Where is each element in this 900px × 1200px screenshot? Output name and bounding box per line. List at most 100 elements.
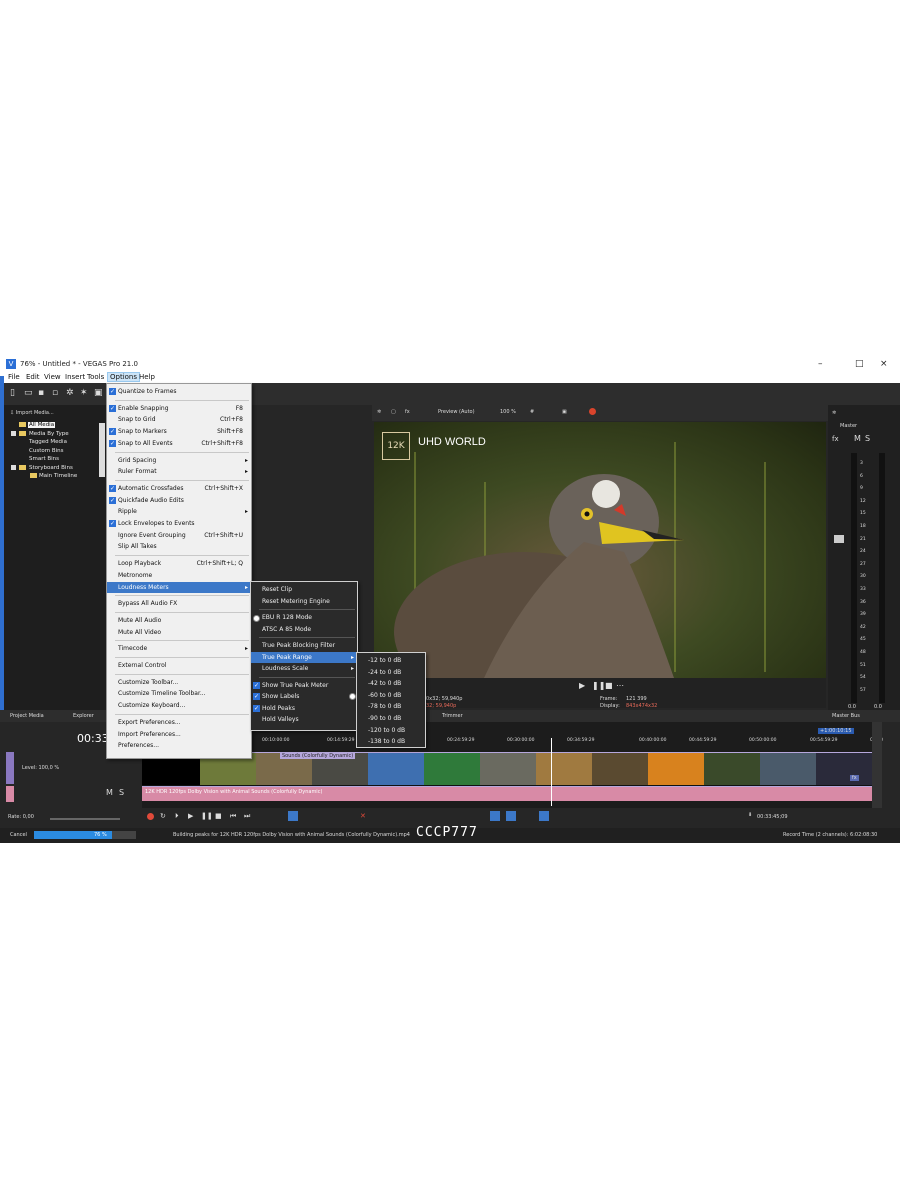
menu-item-range-120-to-0-db[interactable]: -120 to 0 dB: [357, 725, 425, 736]
menu-item-mute-all-video[interactable]: Mute All Video: [107, 627, 251, 638]
menu-item-ripple[interactable]: Ripple ▸: [107, 506, 251, 517]
menu-item-snap-to-grid[interactable]: Snap to Grid Ctrl+F8: [107, 414, 251, 425]
more-icon[interactable]: ⋯: [616, 681, 624, 690]
menu-item-range-24-to-0-db[interactable]: -24 to 0 dB: [357, 667, 425, 678]
menu-item-ignore-event-grouping[interactable]: Ignore Event Grouping Ctrl+Shift+U: [107, 530, 251, 541]
audio-event[interactable]: 12K HDR 120fps Dolby Vision with Animal …: [142, 787, 872, 801]
pause-button[interactable]: ❚❚: [592, 681, 605, 690]
cancel-button[interactable]: Cancel: [10, 832, 27, 838]
menu-item-loudness-meters[interactable]: Loudness Meters ▸: [107, 581, 251, 593]
menu-item-ebu-r-128-mode[interactable]: EBU R 128 Mode: [251, 612, 357, 623]
panel-scrollbar[interactable]: [99, 423, 105, 477]
menu-item-ruler-format[interactable]: Ruler Format ▸: [107, 466, 251, 477]
menu-item-automatic-crossfades[interactable]: ✓ Automatic Crossfades Ctrl+Shift+X: [107, 483, 251, 494]
stop-button[interactable]: ■: [605, 681, 613, 690]
menu-item-customize-keyboard[interactable]: Customize Keyboard...: [107, 700, 251, 711]
loop-button[interactable]: ↻: [160, 812, 166, 820]
menu-item-mute-all-audio[interactable]: Mute All Audio: [107, 615, 251, 626]
menu-help[interactable]: Help: [139, 373, 155, 381]
menu-item-bypass-all-audio-fx[interactable]: Bypass All Audio FX: [107, 598, 251, 609]
go-to-end-button[interactable]: ⏭: [244, 812, 250, 821]
rate-slider[interactable]: [50, 818, 120, 820]
snap-toggle-icon[interactable]: [490, 811, 500, 821]
transport-play-button[interactable]: ▶: [188, 812, 193, 820]
lock-envelopes-icon[interactable]: [539, 811, 549, 821]
menu-item-quickfade-audio-edits[interactable]: ✓ Quickfade Audio Edits: [107, 495, 251, 506]
record-icon[interactable]: [589, 408, 596, 415]
tree-item-all-media[interactable]: All Media: [28, 422, 56, 428]
tree-item-storyboard-bins[interactable]: Storyboard Bins: [29, 465, 73, 471]
auto-ripple-icon[interactable]: [506, 811, 516, 821]
tree-item-tagged-media[interactable]: Tagged Media: [29, 439, 67, 445]
timeline-scrollbar[interactable]: [872, 722, 882, 819]
tree-item-smart-bins[interactable]: Smart Bins: [29, 456, 59, 462]
master-mute-button[interactable]: M: [854, 434, 861, 443]
record-button[interactable]: [147, 813, 154, 820]
menu-item-enable-snapping[interactable]: ✓ Enable Snapping F8: [107, 403, 251, 414]
menu-item-metronome[interactable]: Metronome: [107, 570, 251, 581]
menu-item-timecode[interactable]: Timecode ▸: [107, 643, 251, 654]
normal-edit-tool-icon[interactable]: [288, 811, 298, 821]
expand-icon[interactable]: [11, 431, 16, 436]
menu-item-range-138-to-0-db[interactable]: -138 to 0 dB: [357, 736, 425, 747]
menu-item-true-peak-blocking-filter[interactable]: True Peak Blocking Filter: [251, 640, 357, 651]
menu-item-lock-envelopes-to-events[interactable]: ✓ Lock Envelopes to Events: [107, 518, 251, 529]
menu-file[interactable]: File: [8, 373, 20, 381]
menu-item-customize-timeline-toolbar[interactable]: Customize Timeline Toolbar...: [107, 688, 251, 699]
play-button[interactable]: ▶: [579, 681, 585, 690]
menu-tools[interactable]: Tools: [87, 373, 104, 381]
menu-item-atsc-a-85-mode[interactable]: ATSC A 85 Mode: [251, 624, 357, 635]
menu-item-preferences[interactable]: Preferences...: [107, 740, 251, 751]
tree-item-media-by-type[interactable]: Media By Type: [29, 431, 69, 437]
save-icon[interactable]: ▪: [38, 389, 47, 398]
master-settings-icon[interactable]: ✲: [832, 410, 836, 416]
menu-item-true-peak-range[interactable]: True Peak Range ▸: [251, 651, 357, 663]
tab-project-media[interactable]: Project Media: [10, 713, 44, 719]
master-fader[interactable]: [834, 535, 844, 543]
tab-master-bus[interactable]: Master Bus: [832, 713, 860, 719]
close-button[interactable]: ×: [880, 359, 888, 369]
copy-icon[interactable]: ▣: [94, 389, 103, 398]
grid-icon[interactable]: #: [530, 409, 534, 415]
transport-stop-button[interactable]: ■: [215, 812, 222, 820]
playhead[interactable]: [551, 738, 552, 806]
menu-options[interactable]: Options: [107, 372, 141, 382]
menu-edit[interactable]: Edit: [26, 373, 40, 381]
event-fx-badge[interactable]: fx: [850, 775, 859, 781]
maximize-button[interactable]: □: [855, 359, 864, 369]
menu-item-range-60-to-0-db[interactable]: -60 to 0 dB: [349, 690, 425, 701]
delete-icon[interactable]: ✕: [360, 812, 366, 820]
menu-item-range-78-to-0-db[interactable]: -78 to 0 dB: [357, 701, 425, 712]
menu-item-snap-to-all-events[interactable]: ✓ Snap to All Events Ctrl+Shift+F8: [107, 438, 251, 449]
audio-mute-button[interactable]: M: [106, 788, 113, 797]
menu-item-reset-metering-engine[interactable]: Reset Metering Engine: [251, 596, 357, 607]
menu-item-range-12-to-0-db[interactable]: -12 to 0 dB: [357, 655, 425, 666]
master-fx-button[interactable]: fx: [832, 435, 839, 443]
menu-insert[interactable]: Insert: [65, 373, 85, 381]
preview-window-icon[interactable]: ▢: [391, 409, 396, 415]
go-to-start-button[interactable]: ⏮: [230, 812, 236, 821]
tree-item-custom-bins[interactable]: Custom Bins: [29, 448, 63, 454]
play-from-start-button[interactable]: ⏵: [175, 812, 179, 821]
menu-item-show-true-peak-meter[interactable]: ✓ Show True Peak Meter: [251, 680, 357, 691]
menu-item-quantize-to-frames[interactable]: ✓ Quantize to Frames: [107, 386, 251, 397]
render-icon[interactable]: ▫: [52, 389, 61, 398]
title-bar[interactable]: V 76% - Untitled * - VEGAS Pro 21.0 – □ …: [0, 356, 900, 372]
expand-icon[interactable]: [11, 465, 16, 470]
preview-settings-icon[interactable]: ✲: [377, 409, 381, 415]
menu-item-hold-peaks[interactable]: ✓ Hold Peaks: [251, 703, 357, 714]
preview-mode-dropdown[interactable]: Preview (Auto): [438, 409, 475, 415]
menu-item-export-preferences[interactable]: Export Preferences...: [107, 717, 251, 728]
audio-solo-button[interactable]: S: [119, 788, 124, 797]
new-project-icon[interactable]: ▯: [10, 389, 19, 398]
menu-item-range-42-to-0-db[interactable]: -42 to 0 dB: [357, 678, 425, 689]
master-solo-button[interactable]: S: [865, 434, 870, 443]
snapshot-icon[interactable]: ▣: [562, 409, 567, 415]
menu-item-show-labels[interactable]: ✓ Show Labels: [251, 691, 357, 702]
fx-icon[interactable]: ✶: [80, 389, 89, 398]
menu-item-loop-playback[interactable]: Loop Playback Ctrl+Shift+L; Q: [107, 558, 251, 569]
menu-item-loudness-scale[interactable]: Loudness Scale ▸: [251, 663, 357, 674]
menu-item-hold-valleys[interactable]: Hold Valleys: [251, 714, 357, 725]
menu-item-snap-to-markers[interactable]: ✓ Snap to Markers Shift+F8: [107, 426, 251, 437]
menu-item-external-control[interactable]: External Control: [107, 660, 251, 671]
